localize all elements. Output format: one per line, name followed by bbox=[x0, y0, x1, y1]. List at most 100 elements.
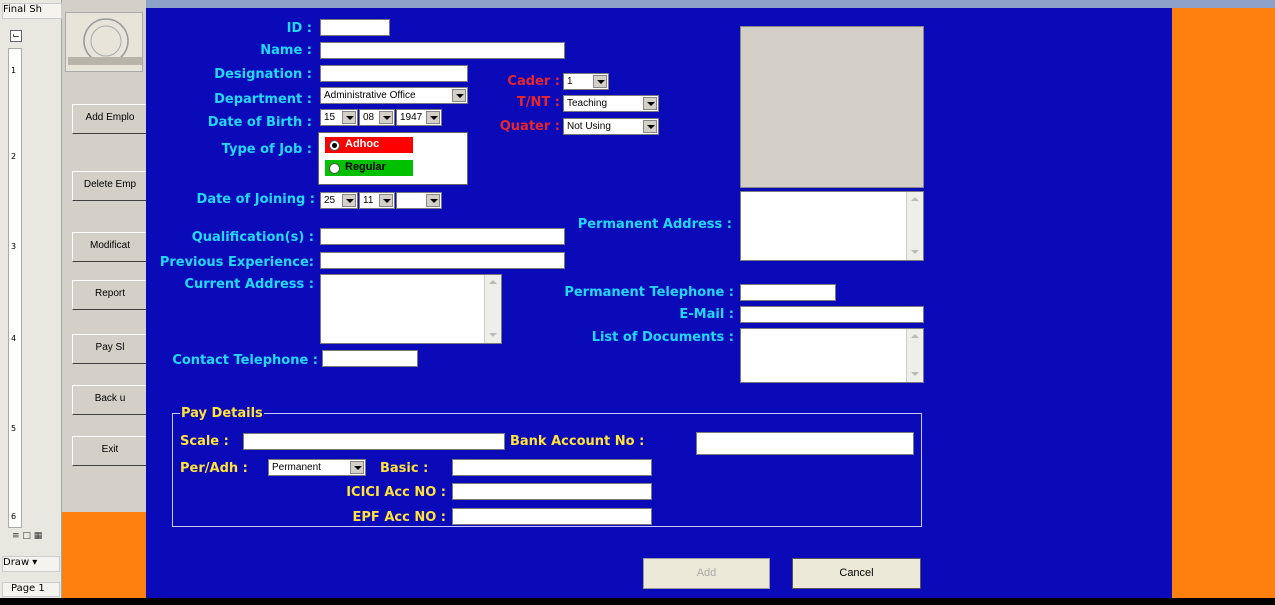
job-type-group: Adhoc Regular bbox=[318, 132, 468, 185]
chevron-down-icon[interactable] bbox=[379, 111, 393, 124]
icici-label: ICICI Acc NO : bbox=[346, 485, 446, 500]
job-type-adhoc-radio[interactable]: Adhoc bbox=[325, 137, 413, 153]
dob-day-value: 15 bbox=[324, 112, 336, 123]
tnt-select[interactable]: Teaching bbox=[563, 95, 659, 112]
doj-month-value: 11 bbox=[363, 195, 374, 206]
chevron-down-icon[interactable] bbox=[643, 120, 657, 133]
scrollbar[interactable] bbox=[906, 329, 923, 382]
bank-account-label: Bank Account No : bbox=[510, 434, 645, 449]
report-button[interactable]: Report bbox=[72, 280, 148, 310]
basic-input[interactable] bbox=[452, 459, 652, 476]
pay-slip-button[interactable]: Pay Sl bbox=[72, 334, 148, 364]
dob-label: Date of Birth : bbox=[207, 115, 312, 130]
back-up-button[interactable]: Back u bbox=[72, 385, 148, 415]
exit-button[interactable]: Exit bbox=[72, 436, 148, 466]
job-type-regular-radio[interactable]: Regular bbox=[325, 160, 413, 176]
tnt-value: Teaching bbox=[567, 98, 608, 109]
ruler-number: 4 bbox=[11, 334, 17, 343]
experience-input[interactable] bbox=[320, 252, 565, 269]
per-adh-select[interactable]: Permanent bbox=[268, 459, 366, 476]
designation-input[interactable] bbox=[320, 65, 468, 82]
epf-label: EPF Acc NO : bbox=[352, 510, 446, 525]
ruler-number: 2 bbox=[11, 152, 17, 161]
id-input[interactable] bbox=[320, 19, 390, 36]
current-address-textarea[interactable] bbox=[320, 274, 502, 344]
add-employee-button[interactable]: Add Emplo bbox=[72, 104, 148, 134]
employee-photo[interactable] bbox=[740, 26, 924, 188]
view-buttons-icon[interactable]: ≡ □ ▦ bbox=[12, 531, 50, 543]
cader-select[interactable]: 1 bbox=[563, 73, 609, 90]
scrollbar[interactable] bbox=[484, 275, 501, 343]
permanent-telephone-label: Permanent Telephone : bbox=[564, 285, 734, 300]
bank-account-input[interactable] bbox=[696, 432, 914, 455]
permanent-address-textarea[interactable] bbox=[740, 191, 924, 261]
orange-background bbox=[62, 512, 146, 598]
tnt-label: T/NT : bbox=[516, 95, 560, 110]
name-input[interactable] bbox=[320, 42, 565, 59]
cader-label: Cader : bbox=[507, 74, 560, 89]
scroll-down-icon[interactable] bbox=[908, 246, 921, 259]
department-select[interactable]: Administrative Office bbox=[320, 87, 468, 104]
chevron-down-icon[interactable] bbox=[379, 194, 393, 207]
doj-year-select[interactable] bbox=[396, 192, 442, 209]
chevron-down-icon[interactable] bbox=[350, 461, 364, 474]
epf-input[interactable] bbox=[452, 508, 652, 525]
tab-selector-icon[interactable]: ⌙ bbox=[10, 30, 22, 42]
scale-label: Scale : bbox=[180, 434, 229, 449]
per-adh-label: Per/Adh : bbox=[180, 461, 248, 476]
designation-label: Designation : bbox=[214, 67, 312, 82]
icici-input[interactable] bbox=[452, 483, 652, 500]
id-label: ID : bbox=[286, 21, 312, 36]
adhoc-label: Adhoc bbox=[345, 138, 380, 150]
chevron-down-icon[interactable] bbox=[342, 111, 356, 124]
scroll-down-icon[interactable] bbox=[486, 329, 499, 342]
radio-unselected-icon bbox=[329, 163, 340, 174]
page-indicator: Page 1 bbox=[2, 582, 60, 597]
radio-selected-icon bbox=[329, 140, 340, 151]
department-label: Department : bbox=[214, 92, 312, 107]
toolbar-final-showing[interactable]: Final Sh bbox=[2, 3, 62, 19]
chevron-down-icon[interactable] bbox=[643, 97, 657, 110]
switchboard-panel: Add Emplo Delete Emp Modificat Report Pa… bbox=[62, 0, 148, 598]
dob-year-select[interactable]: 1947 bbox=[396, 109, 442, 126]
scroll-up-icon[interactable] bbox=[908, 330, 921, 343]
add-button[interactable]: Add bbox=[643, 558, 770, 589]
department-value: Administrative Office bbox=[324, 90, 416, 101]
modification-button[interactable]: Modificat bbox=[72, 232, 148, 262]
dob-month-select[interactable]: 08 bbox=[359, 109, 395, 126]
per-adh-value: Permanent bbox=[272, 462, 321, 473]
quater-value: Not Using bbox=[567, 121, 611, 132]
permanent-telephone-input[interactable] bbox=[740, 284, 836, 301]
doj-month-select[interactable]: 11 bbox=[359, 192, 395, 209]
name-label: Name : bbox=[260, 43, 312, 58]
vertical-ruler bbox=[8, 48, 22, 528]
draw-menu-button[interactable]: Draw ▾ bbox=[2, 556, 60, 572]
draw-label: Draw ▾ bbox=[3, 557, 38, 568]
chevron-down-icon[interactable] bbox=[426, 194, 440, 207]
chevron-down-icon[interactable] bbox=[342, 194, 356, 207]
email-input[interactable] bbox=[740, 306, 924, 323]
dob-day-select[interactable]: 15 bbox=[320, 109, 358, 126]
scale-input[interactable] bbox=[243, 433, 505, 450]
scroll-up-icon[interactable] bbox=[486, 276, 499, 289]
scrollbar[interactable] bbox=[906, 192, 923, 260]
contact-telephone-input[interactable] bbox=[322, 350, 418, 367]
documents-label: List of Documents : bbox=[591, 330, 734, 345]
chevron-down-icon[interactable] bbox=[452, 89, 466, 102]
quater-select[interactable]: Not Using bbox=[563, 118, 659, 135]
regular-label: Regular bbox=[345, 161, 386, 173]
delete-employee-button[interactable]: Delete Emp bbox=[72, 171, 148, 201]
cancel-button[interactable]: Cancel bbox=[792, 558, 921, 589]
qualification-input[interactable] bbox=[320, 228, 565, 245]
chevron-down-icon[interactable] bbox=[426, 111, 440, 124]
chevron-down-icon[interactable] bbox=[593, 75, 607, 88]
scroll-down-icon[interactable] bbox=[908, 368, 921, 381]
email-label: E-Mail : bbox=[679, 307, 734, 322]
toolbar-final-label: Final Sh bbox=[3, 4, 42, 15]
experience-label: Previous Experience: bbox=[159, 255, 314, 270]
scroll-up-icon[interactable] bbox=[908, 193, 921, 206]
orange-background-right bbox=[1172, 8, 1275, 598]
documents-textarea[interactable] bbox=[740, 328, 924, 383]
ruler-number: 3 bbox=[11, 242, 17, 251]
doj-day-select[interactable]: 25 bbox=[320, 192, 358, 209]
